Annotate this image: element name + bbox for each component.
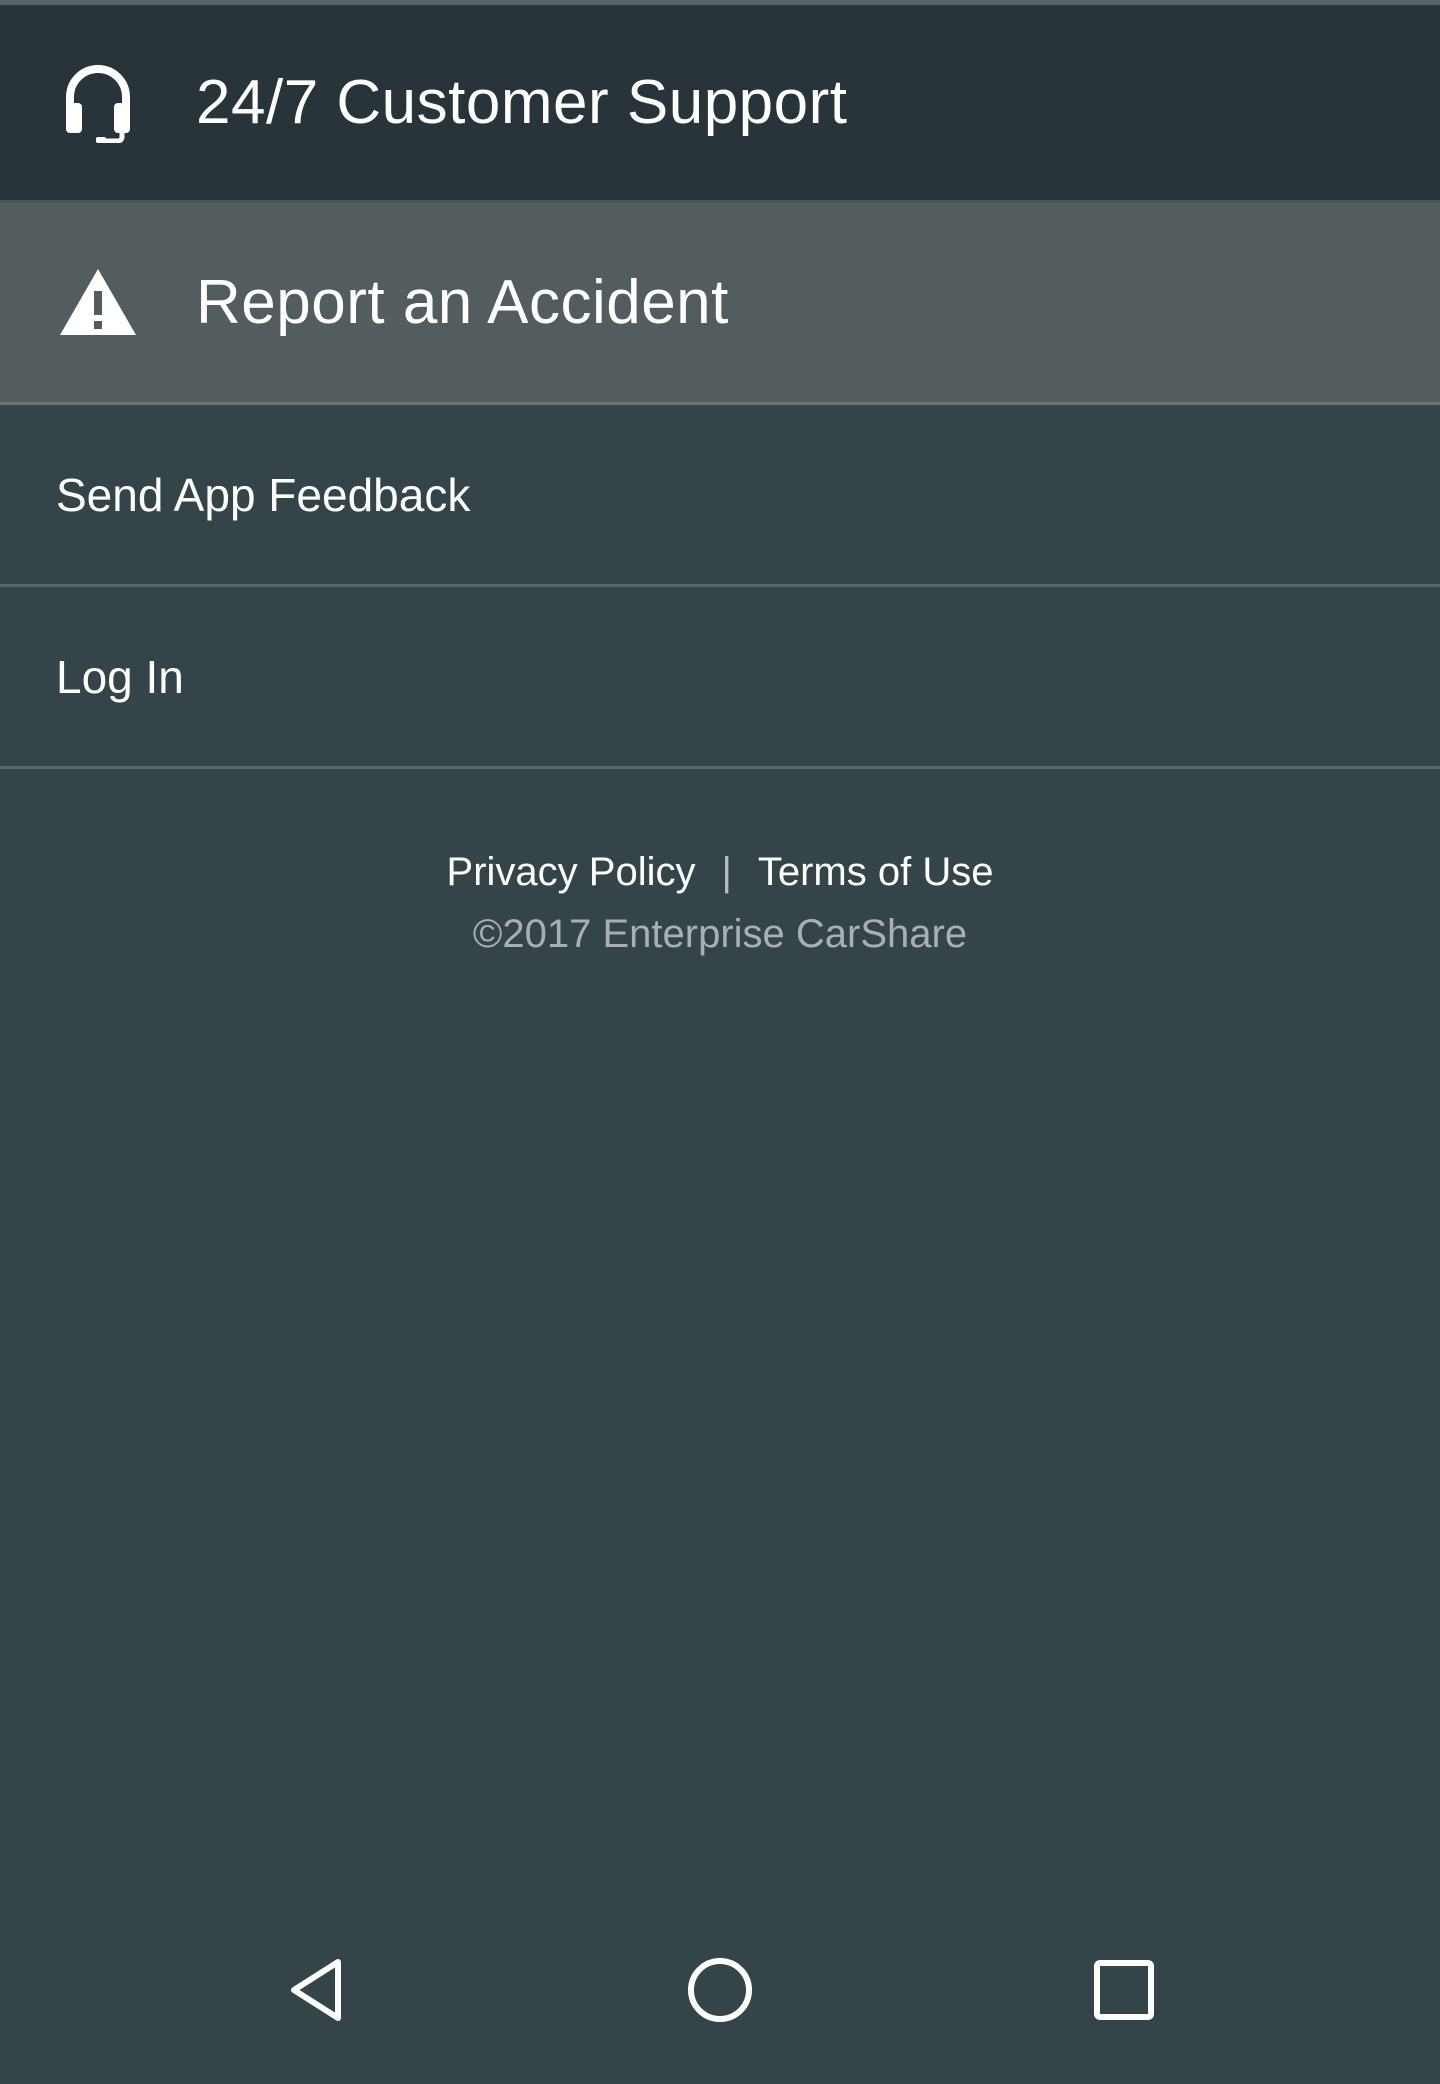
home-circle-icon[interactable]	[670, 1940, 770, 2040]
menu-item-log-in[interactable]: Log In	[0, 587, 1440, 769]
warning-icon	[56, 261, 140, 345]
menu-item-report-accident[interactable]: Report an Accident	[0, 203, 1440, 405]
menu-item-customer-support[interactable]: 24/7 Customer Support	[0, 5, 1440, 203]
log-in-label: Log In	[56, 650, 184, 703]
menu-item-send-feedback[interactable]: Send App Feedback	[0, 405, 1440, 587]
report-accident-label: Report an Accident	[196, 268, 729, 337]
privacy-policy-link[interactable]: Privacy Policy	[447, 850, 696, 895]
footer-separator: |	[721, 850, 732, 894]
send-feedback-label: Send App Feedback	[56, 468, 471, 521]
headset-icon	[56, 61, 140, 145]
copyright-text: ©2017 Enterprise CarShare	[472, 912, 968, 956]
customer-support-label: 24/7 Customer Support	[196, 68, 848, 137]
system-navigation-bar	[0, 1940, 1440, 2084]
recents-square-icon[interactable]	[1074, 1940, 1174, 2040]
terms-of-use-link[interactable]: Terms of Use	[758, 850, 994, 895]
footer-links: Privacy Policy | Terms of Use	[0, 850, 1440, 895]
back-triangle-icon[interactable]	[266, 1940, 366, 2040]
navigation-drawer: 24/7 Customer Support Report an Accident…	[0, 0, 1440, 2084]
